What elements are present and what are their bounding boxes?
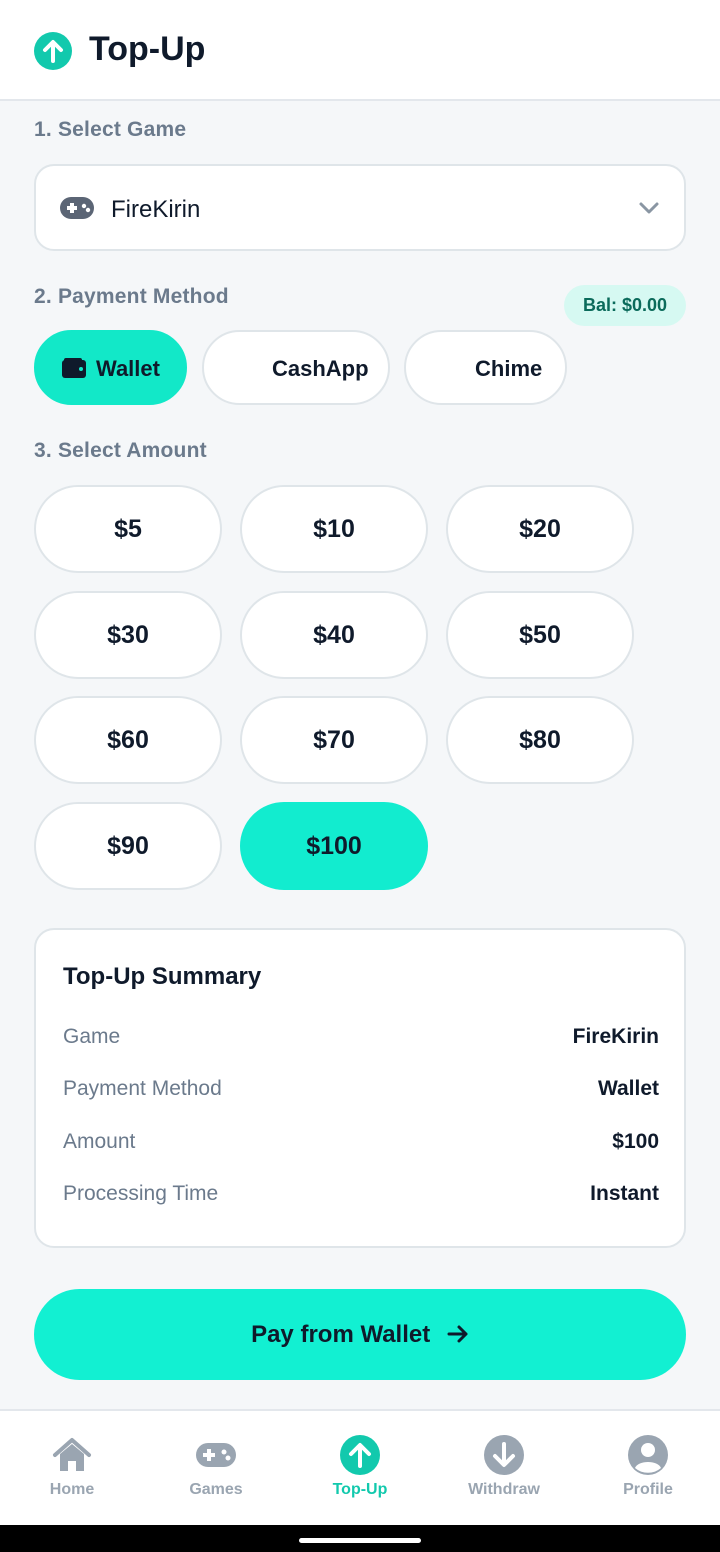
payment-cashapp-button[interactable]: CashApp [202, 330, 390, 405]
summary-row-processing-time: Processing Time Instant [63, 1182, 659, 1212]
select-game-label: 1. Select Game [34, 118, 187, 141]
bottom-navigation: Home Games Top-Up Withdraw Profile [0, 1409, 720, 1525]
summary-value: Instant [590, 1182, 659, 1205]
arrow-up-circle-icon [340, 1435, 380, 1475]
nav-games[interactable]: Games [144, 1411, 288, 1527]
amount-option-selected[interactable]: $100 [240, 802, 428, 890]
amount-option[interactable]: $70 [240, 696, 428, 784]
amount-option[interactable]: $60 [34, 696, 222, 784]
nav-profile[interactable]: Profile [576, 1411, 720, 1527]
arrow-up-circle-icon [34, 32, 72, 70]
payment-wallet-button[interactable]: Wallet [34, 330, 187, 405]
arrow-down-circle-icon [484, 1435, 524, 1475]
amount-option[interactable]: $50 [446, 591, 634, 679]
top-up-summary-card: Top-Up Summary Game FireKirin Payment Me… [34, 928, 686, 1248]
gamepad-icon [196, 1443, 236, 1467]
payment-method-label: 2. Payment Method [34, 285, 229, 308]
nav-top-up-label: Top-Up [332, 1481, 388, 1498]
summary-key: Processing Time [63, 1182, 219, 1205]
summary-value: $100 [612, 1130, 659, 1153]
nav-profile-label: Profile [623, 1481, 673, 1498]
amount-option[interactable]: $80 [446, 696, 634, 784]
nav-top-up[interactable]: Top-Up [288, 1411, 432, 1527]
selected-game: FireKirin [111, 196, 201, 223]
nav-home[interactable]: Home [0, 1411, 144, 1527]
summary-key: Game [63, 1025, 121, 1048]
wallet-icon [62, 358, 86, 378]
game-select-dropdown[interactable]: FireKirin [34, 164, 686, 251]
nav-games-label: Games [189, 1481, 243, 1498]
summary-row-game: Game FireKirin [63, 1025, 659, 1055]
amount-option[interactable]: $30 [34, 591, 222, 679]
pay-button-label: Pay from Wallet [251, 1321, 431, 1348]
pay-from-wallet-button[interactable]: Pay from Wallet [34, 1289, 686, 1380]
summary-key: Amount [63, 1130, 136, 1153]
select-amount-label: 3. Select Amount [34, 439, 207, 462]
summary-row-amount: Amount $100 [63, 1130, 659, 1160]
nav-withdraw-label: Withdraw [468, 1481, 540, 1498]
amount-option[interactable]: $5 [34, 485, 222, 573]
summary-row-payment-method: Payment Method Wallet [63, 1077, 659, 1107]
arrow-right-icon [447, 1325, 468, 1343]
payment-cashapp-label: CashApp [272, 356, 369, 381]
payment-wallet-label: Wallet [96, 356, 160, 381]
chevron-down-icon [639, 202, 659, 214]
payment-chime-button[interactable]: Chime [404, 330, 567, 405]
summary-title: Top-Up Summary [63, 963, 262, 990]
user-circle-icon [628, 1435, 668, 1475]
nav-withdraw[interactable]: Withdraw [432, 1411, 576, 1527]
page-title: Top-Up [89, 30, 206, 68]
summary-key: Payment Method [63, 1077, 222, 1100]
gamepad-icon [60, 197, 94, 219]
home-gesture-handle[interactable] [299, 1538, 421, 1543]
amount-option[interactable]: $20 [446, 485, 634, 573]
amount-option[interactable]: $10 [240, 485, 428, 573]
home-icon [53, 1438, 91, 1471]
app-header: Top-Up [0, 0, 720, 101]
system-navigation-bar [0, 1525, 720, 1552]
payment-chime-label: Chime [475, 356, 543, 381]
nav-home-label: Home [49, 1481, 95, 1498]
balance-badge: Bal: $0.00 [564, 285, 686, 326]
summary-value: FireKirin [572, 1025, 659, 1048]
summary-value: Wallet [597, 1077, 659, 1100]
amount-option[interactable]: $90 [34, 802, 222, 890]
amount-option[interactable]: $40 [240, 591, 428, 679]
